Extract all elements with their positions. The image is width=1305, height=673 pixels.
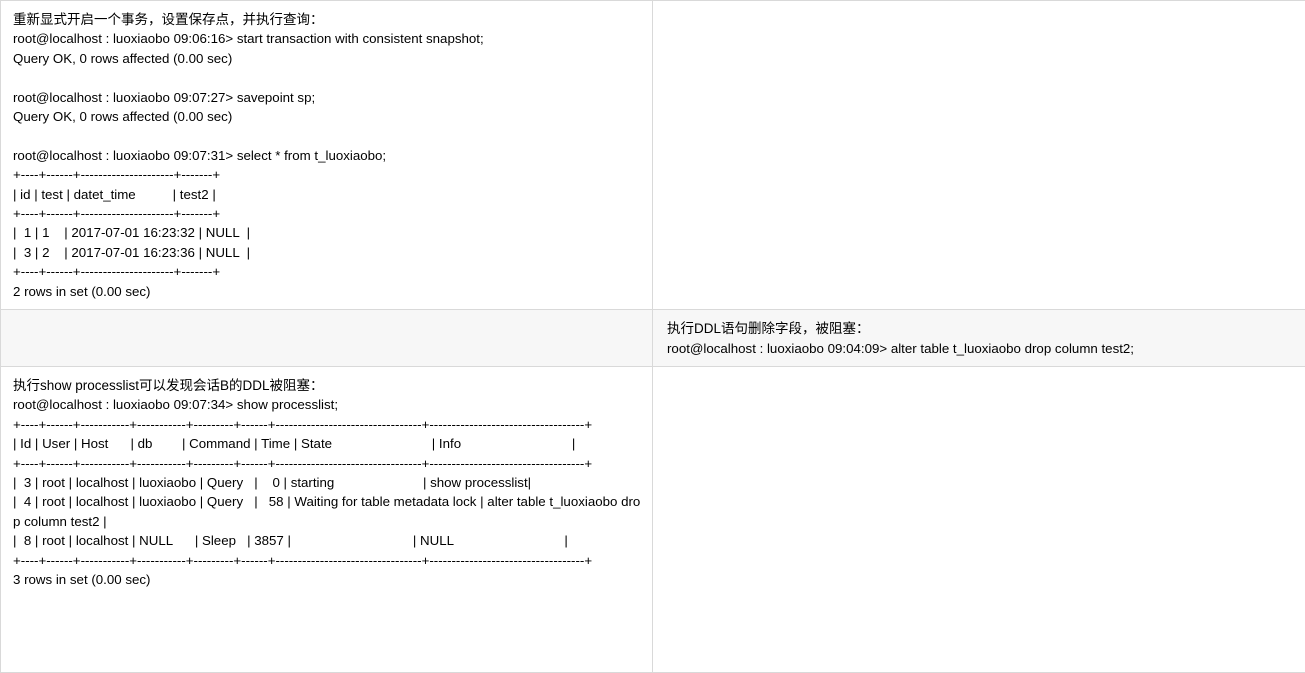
cell-session-b-step3 [653, 366, 1305, 672]
session-a-step1-note: 重新显式开启一个事务，设置保存点，并执行查询： [13, 10, 642, 29]
session-comparison-table: 重新显式开启一个事务，设置保存点，并执行查询： root@localhost :… [0, 0, 1305, 673]
cell-session-b-step1 [653, 1, 1305, 310]
table-row-processlist: 执行show processlist可以发现会话B的DDL被阻塞： root@l… [1, 366, 1305, 672]
cell-session-a-step2 [1, 310, 653, 367]
cell-session-b-step2: 执行DDL语句删除字段，被阻塞： root@localhost : luoxia… [653, 310, 1305, 367]
session-a-step3-terminal: root@localhost : luoxiaobo 09:07:34> sho… [13, 395, 642, 589]
session-a-step3-note: 执行show processlist可以发现会话B的DDL被阻塞： [13, 376, 642, 395]
cell-session-a-step1: 重新显式开启一个事务，设置保存点，并执行查询： root@localhost :… [1, 1, 653, 310]
table-row-transaction-setup: 重新显式开启一个事务，设置保存点，并执行查询： root@localhost :… [1, 1, 1305, 310]
table-row-ddl-blocked: 执行DDL语句删除字段，被阻塞： root@localhost : luoxia… [1, 310, 1305, 367]
session-a-step1-terminal: root@localhost : luoxiaobo 09:06:16> sta… [13, 29, 642, 301]
session-b-step2-terminal: root@localhost : luoxiaobo 09:04:09> alt… [667, 339, 1295, 358]
session-b-step2-note: 执行DDL语句删除字段，被阻塞： [667, 319, 1295, 338]
cell-session-a-step3: 执行show processlist可以发现会话B的DDL被阻塞： root@l… [1, 366, 653, 672]
